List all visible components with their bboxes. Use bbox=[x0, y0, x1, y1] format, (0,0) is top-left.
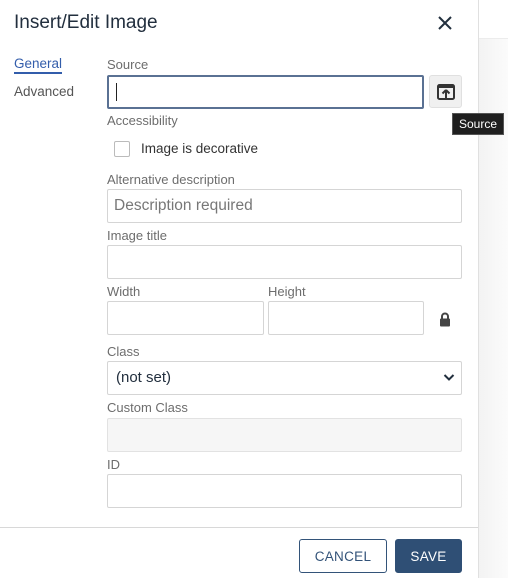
chevron-down-icon bbox=[443, 374, 455, 381]
alt-description-input[interactable]: Description required bbox=[107, 189, 462, 223]
lock-icon bbox=[440, 312, 450, 327]
height-input[interactable] bbox=[268, 301, 424, 335]
accessibility-label: Accessibility bbox=[107, 113, 178, 128]
class-selected-value: (not set) bbox=[116, 369, 172, 386]
dialog-header: Insert/Edit Image bbox=[0, 0, 478, 50]
decorative-checkbox[interactable] bbox=[114, 141, 130, 157]
source-label: Source bbox=[107, 57, 149, 72]
insert-image-dialog: Insert/Edit Image General Advanced Sourc… bbox=[0, 0, 505, 578]
dialog-title: Insert/Edit Image bbox=[14, 12, 158, 33]
close-button[interactable] bbox=[434, 12, 456, 34]
constrain-proportions-toggle[interactable] bbox=[439, 312, 451, 332]
class-select[interactable]: (not set) bbox=[107, 361, 462, 395]
id-label: ID bbox=[107, 457, 120, 472]
tab-general[interactable]: General bbox=[14, 56, 94, 84]
dialog-footer: CANCEL SAVE bbox=[0, 527, 478, 578]
tab-advanced-label: Advanced bbox=[14, 84, 75, 99]
source-input[interactable] bbox=[107, 75, 424, 109]
tab-advanced[interactable]: Advanced bbox=[14, 84, 94, 112]
width-label: Width bbox=[107, 284, 141, 299]
close-icon bbox=[438, 16, 452, 30]
tab-general-label: General bbox=[14, 56, 63, 74]
image-title-input[interactable] bbox=[107, 245, 462, 279]
width-input[interactable] bbox=[107, 301, 264, 335]
browse-source-button[interactable] bbox=[429, 75, 462, 108]
alt-description-placeholder: Description required bbox=[114, 197, 253, 214]
dialog-tabs: General Advanced bbox=[14, 56, 94, 112]
custom-class-label: Custom Class bbox=[107, 400, 188, 415]
page-backdrop bbox=[478, 0, 508, 578]
backdrop-toolbar bbox=[479, 0, 508, 39]
text-cursor bbox=[116, 83, 117, 101]
cancel-button[interactable]: CANCEL bbox=[299, 539, 387, 573]
alt-description-label: Alternative description bbox=[107, 172, 235, 187]
browse-upload-icon bbox=[436, 83, 455, 100]
image-title-label: Image title bbox=[107, 228, 167, 243]
decorative-checkbox-label: Image is decorative bbox=[141, 141, 259, 156]
custom-class-input bbox=[107, 418, 462, 452]
save-button[interactable]: SAVE bbox=[395, 539, 462, 573]
height-label: Height bbox=[268, 284, 306, 299]
class-label: Class bbox=[107, 344, 140, 359]
source-tooltip: Source bbox=[452, 113, 505, 135]
id-input[interactable] bbox=[107, 474, 462, 508]
